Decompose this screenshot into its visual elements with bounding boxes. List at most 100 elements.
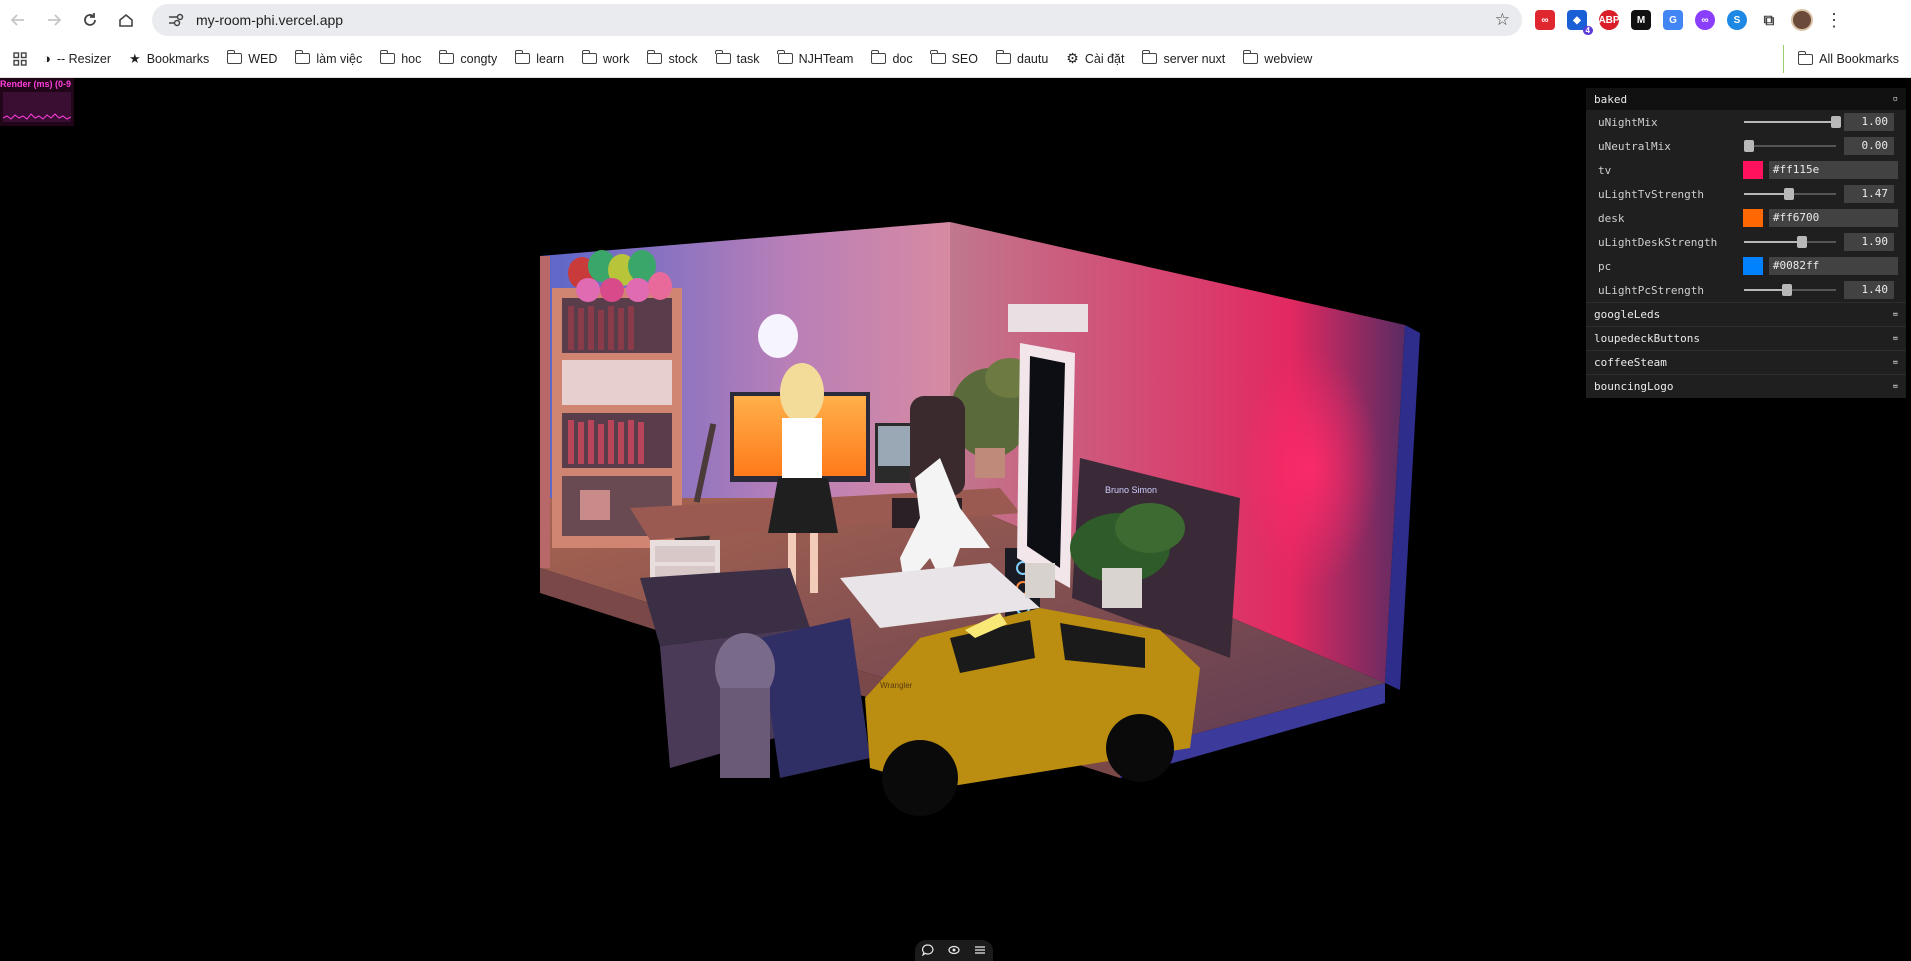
gui-folder[interactable]: coffeeSteam = <box>1586 350 1906 374</box>
control-number-input[interactable]: 1.00 <box>1844 113 1894 131</box>
control-slider[interactable] <box>1744 138 1836 154</box>
home-button[interactable] <box>108 2 144 38</box>
control-slider[interactable] <box>1744 234 1836 250</box>
apps-grid-icon[interactable] <box>6 51 34 66</box>
slider-thumb[interactable] <box>1797 236 1807 248</box>
bookmark-item[interactable]: webview <box>1234 45 1321 73</box>
all-bookmarks-label: All Bookmarks <box>1819 52 1899 66</box>
plant-pot <box>1025 563 1055 598</box>
bookmark-item[interactable]: WED <box>218 45 286 73</box>
bookmark-item[interactable]: ◑ -- Resizer <box>34 45 120 73</box>
folder-icon <box>438 50 455 64</box>
gui-control-uLightPcStrength: uLightPcStrength 1.40 <box>1586 278 1906 302</box>
bookmark-item[interactable]: ★ Bookmarks <box>120 45 218 73</box>
bookmark-item[interactable]: hoc <box>371 45 430 73</box>
bookmark-item[interactable]: server nuxt <box>1133 45 1234 73</box>
bookmark-item[interactable]: work <box>573 45 638 73</box>
gui-control-pc: pc #0082ff <box>1586 254 1906 278</box>
adblock-extension-icon[interactable]: ABP <box>1598 10 1620 30</box>
forward-button[interactable] <box>36 2 72 38</box>
gui-folder[interactable]: googleLeds = <box>1586 302 1906 326</box>
reload-button[interactable] <box>72 2 108 38</box>
menu-icon[interactable] <box>974 944 986 959</box>
bookmark-item[interactable]: stock <box>638 45 706 73</box>
ring-light <box>758 314 798 358</box>
color-swatch[interactable] <box>1743 257 1763 275</box>
puzzle-extensions-icon[interactable]: ⧉ <box>1759 10 1779 30</box>
bookmark-label: congty <box>460 51 498 66</box>
color-hex-input[interactable]: #ff115e <box>1768 161 1898 179</box>
folder-icon <box>581 50 598 64</box>
url-text: my-room-phi.vercel.app <box>196 12 344 28</box>
bookmark-label: NJHTeam <box>798 51 854 66</box>
color-hex-input[interactable]: #ff6700 <box>1768 209 1898 227</box>
color-hex-input[interactable]: #0082ff <box>1768 257 1898 275</box>
control-number-input[interactable]: 0.00 <box>1844 137 1894 155</box>
bookmark-item[interactable]: learn <box>506 45 573 73</box>
gui-folder[interactable]: loupedeckButtons = <box>1586 326 1906 350</box>
bookmark-label: -- Resizer <box>56 51 112 66</box>
extensions-area: ∞ ◆ 4 ABP M G ∞ S ⧉ ⋮ <box>1535 8 1843 35</box>
bookmark-item[interactable]: dautu <box>987 45 1057 73</box>
car-text: Wrangler <box>880 681 913 690</box>
collapse-icon[interactable]: ▫ <box>1893 94 1898 104</box>
slider-thumb[interactable] <box>1782 284 1792 296</box>
bookmark-item[interactable]: ⚙ Cài đặt <box>1057 45 1133 73</box>
color-swatch[interactable] <box>1743 161 1763 179</box>
blue-s-extension-icon[interactable]: S <box>1727 10 1747 30</box>
bookmark-label: SEO <box>951 51 978 66</box>
eye-icon[interactable] <box>948 944 960 959</box>
room-scene[interactable]: Bruno Simon Wrangler <box>520 168 1420 848</box>
stats-panel[interactable]: Render (ms) (0-9 <box>0 78 74 126</box>
profile-avatar[interactable] <box>1791 9 1813 31</box>
stats-label: Render (ms) (0-9 <box>0 79 72 89</box>
bookmark-item[interactable]: task <box>707 45 769 73</box>
bookmark-item[interactable]: doc <box>862 45 921 73</box>
folder-toggle-icon: = <box>1892 381 1898 392</box>
folder-label: loupedeckButtons <box>1594 332 1700 345</box>
bookmark-item[interactable]: làm việc <box>286 45 371 73</box>
bookmark-label: WED <box>248 51 278 66</box>
gui-folder[interactable]: bouncingLogo = <box>1586 374 1906 398</box>
translate-extension-icon[interactable]: G <box>1663 10 1683 30</box>
control-number-input[interactable]: 1.90 <box>1844 233 1894 251</box>
infinity-extension-icon[interactable]: ∞ <box>1535 10 1555 30</box>
folder-label: bouncingLogo <box>1594 380 1674 393</box>
page-canvas[interactable]: Render (ms) (0-9 Bruno Simon Wrangler ba… <box>0 78 1911 961</box>
control-number-input[interactable]: 1.40 <box>1844 281 1894 299</box>
reload-icon <box>84 13 96 26</box>
bookmark-star-icon[interactable]: ☆ <box>1495 10 1510 30</box>
purple-extension-icon[interactable]: ∞ <box>1695 10 1715 30</box>
color-swatch[interactable] <box>1743 209 1763 227</box>
extension-badge: 4 <box>1582 26 1593 35</box>
slider-thumb[interactable] <box>1784 188 1794 200</box>
debug-gui-panel[interactable]: baked ▫ uNightMix 1.00 uNeutralMix 0.00 tv #f… <box>1586 88 1906 398</box>
bookmark-item[interactable]: SEO <box>922 45 987 73</box>
all-bookmarks-button[interactable]: All Bookmarks <box>1783 45 1899 73</box>
gui-title-bar[interactable]: baked ▫ <box>1586 88 1906 110</box>
bookmark-item[interactable]: NJHTeam <box>769 45 863 73</box>
medium-extension-icon[interactable]: M <box>1631 10 1651 30</box>
gear-icon: ⚙ <box>1066 50 1079 66</box>
folder-icon <box>379 50 396 64</box>
back-button[interactable] <box>0 2 36 38</box>
bottom-toolbar <box>915 940 993 961</box>
slider-thumb[interactable] <box>1831 116 1841 128</box>
cube-extension-icon[interactable]: ◆ 4 <box>1567 10 1593 35</box>
control-number-input[interactable]: 1.47 <box>1844 185 1894 203</box>
menu-kebab-icon[interactable]: ⋮ <box>1825 10 1843 31</box>
forward-arrow-icon <box>48 14 62 26</box>
control-slider[interactable] <box>1744 114 1841 130</box>
folder-icon <box>930 50 946 64</box>
window <box>1017 343 1075 588</box>
control-slider[interactable] <box>1744 186 1836 202</box>
folder-toggle-icon: = <box>1892 333 1898 344</box>
bookmark-label: làm việc <box>316 51 363 66</box>
control-slider[interactable] <box>1744 282 1836 298</box>
site-settings-icon[interactable] <box>162 13 190 27</box>
bookmark-label: doc <box>892 51 913 66</box>
slider-thumb[interactable] <box>1744 140 1754 152</box>
chat-icon[interactable] <box>921 943 934 959</box>
address-bar[interactable]: my-room-phi.vercel.app ☆ <box>152 4 1522 36</box>
bookmark-item[interactable]: congty <box>430 45 506 73</box>
